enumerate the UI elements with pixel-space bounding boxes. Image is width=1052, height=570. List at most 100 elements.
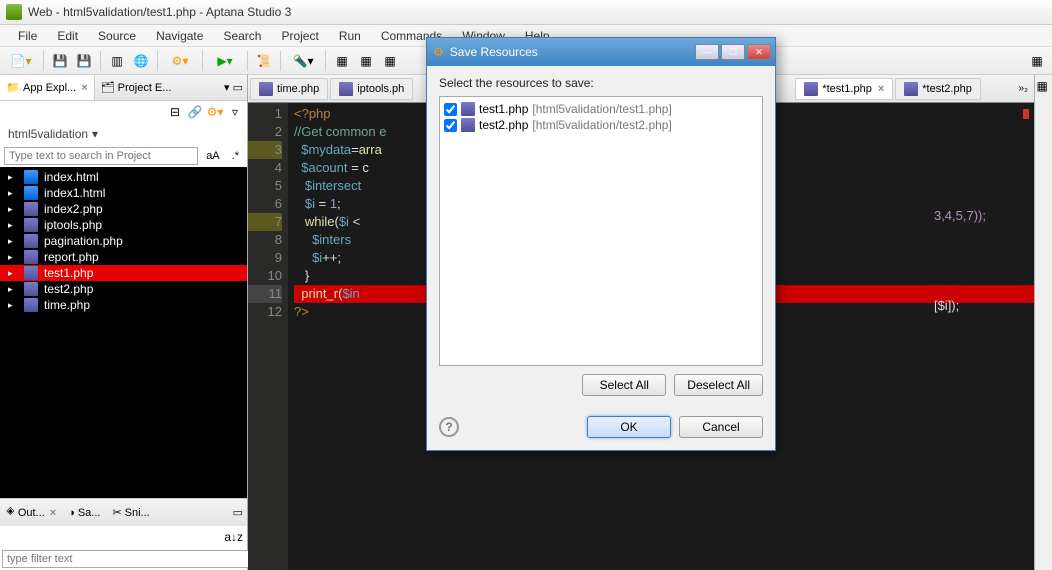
editor-tab-time[interactable]: time.php bbox=[250, 78, 328, 100]
tab-project-explorer-label: Project E... bbox=[118, 82, 172, 94]
close-icon[interactable]: × bbox=[79, 82, 87, 94]
expand-icon[interactable]: ▸ bbox=[8, 252, 18, 263]
regex-toggle[interactable]: .* bbox=[228, 148, 243, 164]
tab-app-explorer[interactable]: 📁 App Expl... × bbox=[0, 75, 95, 100]
expand-icon[interactable]: ▸ bbox=[8, 204, 18, 215]
tab-samples[interactable]: ◑ Sa... bbox=[62, 499, 106, 526]
preferences-button[interactable]: ⚙▾ bbox=[163, 50, 197, 72]
line-number: 8 bbox=[248, 231, 282, 249]
file-item-iptools-php[interactable]: ▸ iptools.php bbox=[0, 217, 247, 233]
web-button[interactable]: 🌐 bbox=[130, 50, 152, 72]
resource-list[interactable]: test1.php [html5validation/test1.php] te… bbox=[439, 96, 763, 366]
file-item-index2-php[interactable]: ▸ index2.php bbox=[0, 201, 247, 217]
panel-tools: ⊟ 🔗 ⚙▾ ▿ bbox=[0, 101, 247, 123]
deselect-all-button[interactable]: Deselect All bbox=[674, 374, 763, 396]
line-number: 6 bbox=[248, 195, 282, 213]
samples-icon: ◑ bbox=[68, 507, 75, 519]
help-icon[interactable]: ? bbox=[439, 417, 459, 437]
run-button[interactable]: ▶▾ bbox=[208, 50, 242, 72]
error-marker[interactable] bbox=[1023, 109, 1029, 119]
save-all-button[interactable]: 💾 bbox=[73, 50, 95, 72]
resource-item[interactable]: test1.php [html5validation/test1.php] bbox=[444, 101, 758, 117]
line-number: 10 bbox=[248, 267, 282, 285]
terminal-button[interactable]: ▥ bbox=[106, 50, 128, 72]
outline-body bbox=[0, 548, 247, 570]
tab-snippets[interactable]: ✂ Sni... bbox=[106, 499, 155, 526]
close-icon[interactable]: × bbox=[48, 507, 56, 519]
file-label: time.php bbox=[44, 298, 90, 312]
breadcrumb-label: html5validation bbox=[8, 127, 88, 141]
editor-tab-test1[interactable]: *test1.php × bbox=[795, 78, 893, 100]
scripts-button[interactable]: 📜 bbox=[253, 50, 275, 72]
app-icon bbox=[6, 4, 22, 20]
file-item-test2-php[interactable]: ▸ test2.php bbox=[0, 281, 247, 297]
new-button[interactable]: 📄▾ bbox=[4, 50, 38, 72]
menu-navigate[interactable]: Navigate bbox=[146, 26, 213, 46]
tab-outline[interactable]: 🞛 Out... × bbox=[0, 499, 62, 526]
show-view-icon[interactable]: ▦ bbox=[1037, 79, 1051, 93]
link-editor-icon[interactable]: 🔗 bbox=[187, 104, 203, 120]
tab-overflow-icon[interactable]: »₂ bbox=[1019, 83, 1028, 94]
perspective-btn-3[interactable]: ▦ bbox=[379, 50, 401, 72]
expand-icon[interactable]: ▸ bbox=[8, 172, 18, 183]
resource-checkbox[interactable] bbox=[444, 119, 457, 132]
ok-button[interactable]: OK bbox=[587, 416, 671, 438]
window-title-bar: Web - html5validation/test1.php - Aptana… bbox=[0, 0, 1052, 25]
save-button[interactable]: 💾 bbox=[49, 50, 71, 72]
resource-item[interactable]: test2.php [html5validation/test2.php] bbox=[444, 117, 758, 133]
line-number: 11 bbox=[248, 285, 282, 303]
resource-path: [html5validation/test2.php] bbox=[532, 118, 671, 132]
maximize-button[interactable]: ☐ bbox=[721, 44, 745, 60]
wrapped-code: 3,4,5,7)); [$i]); bbox=[934, 153, 986, 315]
tab-project-explorer[interactable]: 🗂 Project E... bbox=[95, 75, 178, 100]
expand-icon[interactable]: ▸ bbox=[8, 188, 18, 199]
menu-edit[interactable]: Edit bbox=[47, 26, 88, 46]
close-icon[interactable]: × bbox=[876, 83, 884, 95]
left-view-tabs: 📁 App Expl... × 🗂 Project E... ▾ ▭ bbox=[0, 75, 247, 101]
gear-icon[interactable]: ⚙▾ bbox=[207, 104, 223, 120]
menu-file[interactable]: File bbox=[8, 26, 47, 46]
collapse-all-icon[interactable]: ⊟ bbox=[167, 104, 183, 120]
file-item-index-html[interactable]: ▸ index.html bbox=[0, 169, 247, 185]
search-input[interactable] bbox=[4, 147, 198, 165]
close-button[interactable]: ✕ bbox=[747, 44, 771, 60]
menu-search[interactable]: Search bbox=[213, 26, 271, 46]
resource-checkbox[interactable] bbox=[444, 103, 457, 116]
view-controls[interactable]: ▭ bbox=[229, 499, 247, 526]
file-label: iptools.php bbox=[44, 218, 102, 232]
view-menu[interactable]: ▾ ▭ bbox=[220, 75, 247, 100]
minimize-button[interactable]: — bbox=[695, 44, 719, 60]
menu-project[interactable]: Project bbox=[271, 26, 328, 46]
open-perspective-button[interactable]: ▦ bbox=[1026, 50, 1048, 72]
expand-icon[interactable]: ▸ bbox=[8, 220, 18, 231]
file-item-index1-html[interactable]: ▸ index1.html bbox=[0, 185, 247, 201]
left-panel: 📁 App Expl... × 🗂 Project E... ▾ ▭ ⊟ 🔗 ⚙… bbox=[0, 75, 248, 570]
expand-icon[interactable]: ▸ bbox=[8, 284, 18, 295]
dialog-title-bar[interactable]: ⚙ Save Resources — ☐ ✕ bbox=[427, 38, 775, 66]
expand-icon[interactable]: ▸ bbox=[8, 300, 18, 311]
expand-icon[interactable]: ▸ bbox=[8, 268, 18, 279]
file-item-time-php[interactable]: ▸ time.php bbox=[0, 297, 247, 313]
filter-input[interactable] bbox=[2, 550, 249, 568]
file-item-test1-php[interactable]: ▸ test1.php bbox=[0, 265, 247, 281]
cancel-button[interactable]: Cancel bbox=[679, 416, 763, 438]
file-tree[interactable]: ▸ index.html▸ index1.html▸ index2.php▸ i… bbox=[0, 167, 247, 498]
expand-icon[interactable]: ▸ bbox=[8, 236, 18, 247]
sort-icon[interactable]: a↓z bbox=[224, 530, 243, 544]
case-toggle[interactable]: aA bbox=[202, 148, 223, 164]
menu-source[interactable]: Source bbox=[88, 26, 146, 46]
tab-outline-label: Out... bbox=[18, 507, 45, 519]
perspective-btn-1[interactable]: ▦ bbox=[331, 50, 353, 72]
view-menu-icon[interactable]: ▿ bbox=[227, 104, 243, 120]
file-item-report-php[interactable]: ▸ report.php bbox=[0, 249, 247, 265]
editor-tab-iptools[interactable]: iptools.ph bbox=[330, 78, 413, 100]
code-fragment: [$i]); bbox=[934, 298, 959, 313]
menu-run[interactable]: Run bbox=[329, 26, 371, 46]
editor-tab-test2[interactable]: *test2.php bbox=[895, 78, 981, 100]
select-all-button[interactable]: Select All bbox=[582, 374, 666, 396]
html-icon bbox=[24, 170, 38, 184]
search-button[interactable]: 🔦▾ bbox=[286, 50, 320, 72]
perspective-btn-2[interactable]: ▦ bbox=[355, 50, 377, 72]
breadcrumb[interactable]: html5validation ▾ bbox=[0, 123, 247, 145]
file-item-pagination-php[interactable]: ▸ pagination.php bbox=[0, 233, 247, 249]
